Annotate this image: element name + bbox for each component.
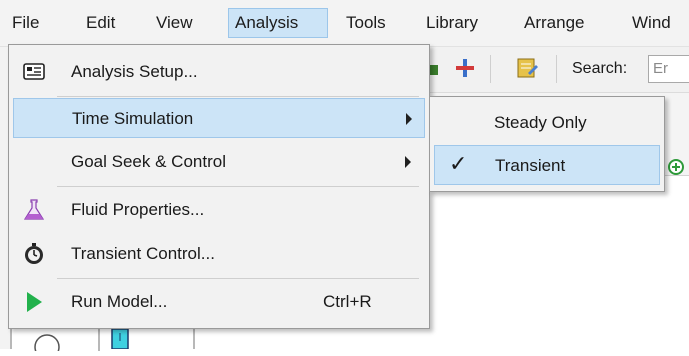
menu-item-goal-seek[interactable]: Goal Seek & Control <box>13 142 425 182</box>
menu-edit[interactable]: Edit <box>80 8 121 38</box>
submenu-item-label: Steady Only <box>494 113 587 132</box>
time-simulation-submenu: Steady Only ✓ Transient <box>429 96 665 192</box>
menu-item-label: Time Simulation <box>72 109 194 128</box>
menu-item-run-model[interactable]: Run Model... Ctrl+R <box>13 282 425 322</box>
stopwatch-icon <box>23 243 45 265</box>
menu-item-analysis-setup[interactable]: Analysis Setup... <box>13 52 425 92</box>
menu-bar: File Edit View Analysis Tools Library Ar… <box>0 0 689 47</box>
menu-item-fluid-properties[interactable]: Fluid Properties... <box>13 190 425 230</box>
edit-notes-icon[interactable] <box>516 57 538 79</box>
shortcut-label: Ctrl+R <box>323 292 372 311</box>
submenu-item-steady-only[interactable]: Steady Only <box>434 103 660 143</box>
run-arrow-icon <box>23 291 45 313</box>
analysis-menu: Analysis Setup... Time Simulation Goal S… <box>8 44 430 329</box>
menu-item-transient-control[interactable]: Transient Control... <box>13 234 425 274</box>
menu-window[interactable]: Wind <box>626 8 677 38</box>
menu-item-time-simulation[interactable]: Time Simulation <box>13 98 425 138</box>
menu-item-label: Goal Seek & Control <box>71 152 226 171</box>
search-input[interactable]: Er <box>648 55 689 83</box>
tank-icon[interactable] <box>110 327 130 354</box>
menu-view[interactable]: View <box>150 8 199 38</box>
menu-item-label: Run Model... <box>71 292 168 311</box>
submenu-arrow-icon <box>405 156 411 168</box>
reservoir-circle-icon[interactable] <box>32 331 62 356</box>
submenu-item-transient[interactable]: ✓ Transient <box>434 145 660 185</box>
checkmark-icon: ✓ <box>449 152 468 177</box>
menu-library[interactable]: Library <box>420 8 484 38</box>
menu-analysis[interactable]: Analysis <box>228 8 328 38</box>
menu-arrange[interactable]: Arrange <box>518 8 590 38</box>
menu-item-label: Analysis Setup... <box>71 62 198 81</box>
flask-icon <box>23 199 45 221</box>
submenu-item-label: Transient <box>495 156 566 175</box>
search-label: Search: <box>572 60 628 77</box>
submenu-arrow-icon <box>406 113 412 125</box>
workspace-canvas[interactable] <box>430 176 689 349</box>
menu-item-label: Fluid Properties... <box>71 200 205 219</box>
connect-pipes-icon[interactable] <box>454 57 476 79</box>
menu-file[interactable]: File <box>6 8 45 38</box>
analysis-setup-icon <box>23 61 45 83</box>
toolbar: Search: Er <box>428 47 689 93</box>
menu-item-label: Transient Control... <box>71 244 215 263</box>
menu-tools[interactable]: Tools <box>340 8 392 38</box>
